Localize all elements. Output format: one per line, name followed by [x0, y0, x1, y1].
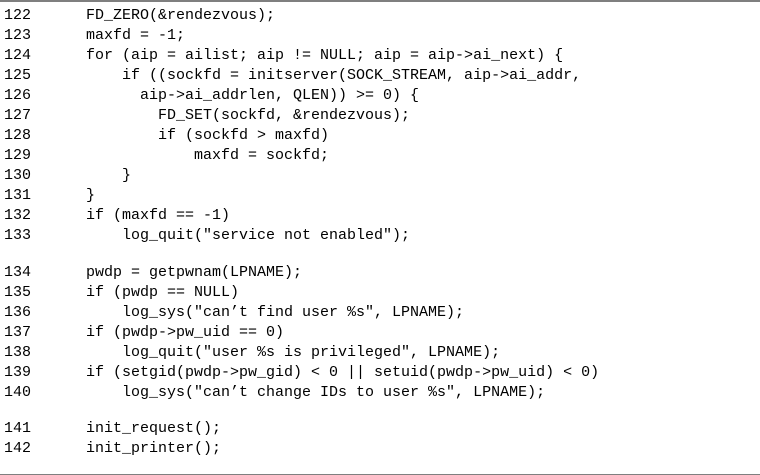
- line-number: 127: [4, 107, 32, 124]
- code-text: FD_SET(sockfd, &rendezvous);: [86, 107, 411, 124]
- line-number: 139: [4, 364, 32, 381]
- line-number: 134: [4, 264, 32, 281]
- line-number: 123: [4, 27, 32, 44]
- code-text: }: [86, 167, 132, 184]
- line-number: 131: [4, 187, 32, 204]
- line-number: 125: [4, 67, 32, 84]
- line-number: 132: [4, 207, 32, 224]
- code-text: if (sockfd > maxfd): [86, 127, 330, 144]
- line-number: 135: [4, 284, 32, 301]
- code-text: if (pwdp == NULL): [86, 284, 240, 301]
- line-number: 142: [4, 440, 32, 457]
- code-text: log_quit("user %s is privileged", LPNAME…: [86, 344, 501, 361]
- code-text: FD_ZERO(&rendezvous);: [86, 7, 276, 24]
- code-text: if (setgid(pwdp->pw_gid) < 0 || setuid(p…: [86, 364, 600, 381]
- line-number: 136: [4, 304, 32, 321]
- line-number: 126: [4, 87, 32, 104]
- code-text: if (pwdp->pw_uid == 0): [86, 324, 285, 341]
- code-text: maxfd = -1;: [86, 27, 186, 44]
- code-text: maxfd = sockfd;: [86, 147, 330, 164]
- code-text: log_quit("service not enabled");: [86, 227, 411, 244]
- code-text: log_sys("can’t find user %s", LPNAME);: [86, 304, 465, 321]
- line-number: 124: [4, 47, 32, 64]
- code-text: init_printer();: [86, 440, 222, 457]
- code-text: for (aip = ailist; aip != NULL; aip = ai…: [86, 47, 564, 64]
- code-text: init_request();: [86, 420, 222, 437]
- code-text: }: [86, 187, 96, 204]
- line-number: 138: [4, 344, 32, 361]
- code-text: if (maxfd == -1): [86, 207, 231, 224]
- line-number: 122: [4, 7, 32, 24]
- line-number: 137: [4, 324, 32, 341]
- line-number: 141: [4, 420, 32, 437]
- line-number: 130: [4, 167, 32, 184]
- line-number: 140: [4, 384, 32, 401]
- code-text: if ((sockfd = initserver(SOCK_STREAM, ai…: [86, 67, 582, 84]
- line-number: 133: [4, 227, 32, 244]
- code-text: aip->ai_addrlen, QLEN)) >= 0) {: [86, 87, 420, 104]
- line-number: 128: [4, 127, 32, 144]
- code-text: log_sys("can’t change IDs to user %s", L…: [86, 384, 546, 401]
- line-number: 129: [4, 147, 32, 164]
- code-listing: 122 FD_ZERO(&rendezvous); 123 maxfd = -1; 12…: [0, 0, 760, 475]
- code-text: pwdp = getpwnam(LPNAME);: [86, 264, 303, 281]
